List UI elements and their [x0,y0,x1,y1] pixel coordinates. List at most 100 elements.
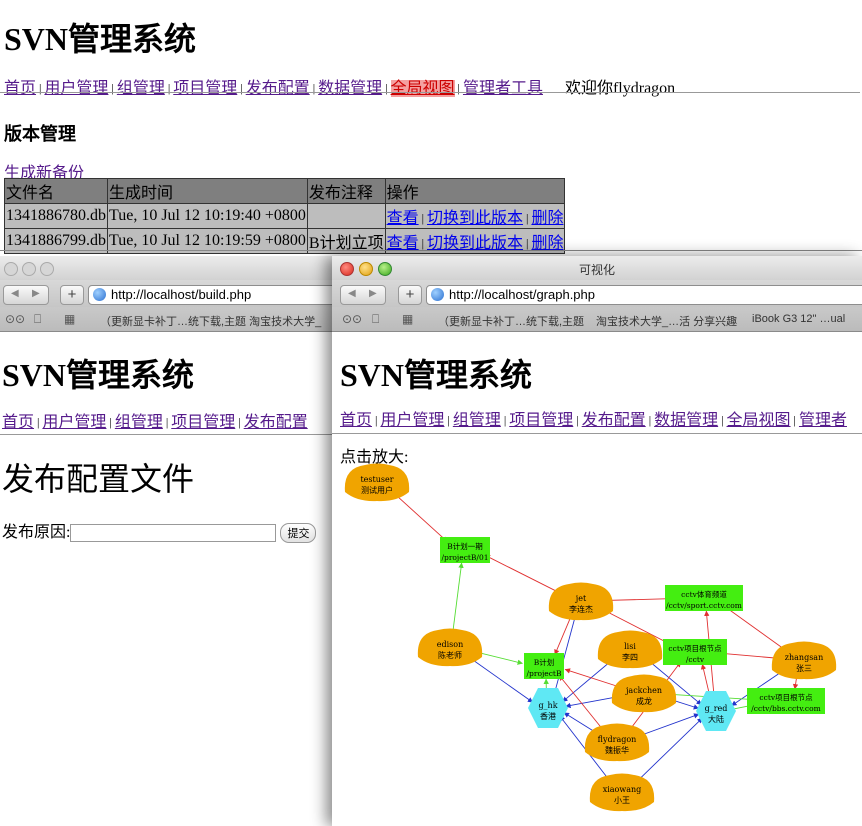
bookmark-item[interactable]: （更新显卡补丁…统下载,主题 淘宝技术大学_ [100,313,321,329]
node-label: 李四 [622,652,638,662]
node-label: edison [437,640,464,649]
zoom-icon[interactable] [40,262,54,276]
divider [0,92,860,93]
submit-button[interactable]: 提交 [280,523,317,544]
main-nav: 首页 | 用户管理 | 组管理 | 项目管理 | 发布配置 | 数据管理 | 全局视图 | 管理者工具 欢迎… [4,80,676,97]
graph-edge [451,562,464,636]
user-node-flydragon[interactable]: flydragon魏振华 [584,723,650,762]
grid-icon[interactable]: ▦ [64,312,75,326]
cell-filename: 1341886780.db [4,203,108,229]
reading-list-icon[interactable]: ⊙⊙ [5,312,25,326]
add-bookmark-button[interactable]: + [60,285,84,305]
user-node-jet[interactable]: jet李连杰 [548,582,614,621]
node-label: g_hk [538,701,557,710]
nav-groups[interactable]: 组管理 [117,80,165,97]
node-label: 小王 [614,796,630,805]
node-label: /cctv/bbs.cctv.com [751,704,821,713]
node-label: 测试用户 [361,485,393,495]
book-icon[interactable]: ⎕ [34,312,41,327]
cell-actions: 查看 | 切换到此版本 | 删除 [384,203,566,229]
globe-icon [93,288,106,301]
page-title: SVN管理系统 [4,21,197,57]
node-label: zhangsan [785,653,823,662]
backup-table: 文件名 生成时间 发布注释 操作 1341886780.db Tue, 10 J… [4,178,566,254]
node-label: /projectB [527,669,562,678]
forward-arrow-icon[interactable]: ▶ [32,288,40,299]
user-node-zhangsan[interactable]: zhangsan 张三 [771,641,837,680]
reason-input[interactable] [70,524,277,543]
table-header-row: 文件名 生成时间 发布注释 操作 [4,178,566,204]
nav-users[interactable]: 用户管理 [42,414,106,431]
project-node-pB01[interactable]: B计划一期/projectB/01 [440,537,490,563]
view-link[interactable]: 查看 [387,210,419,227]
permission-graph[interactable]: testuser测试用户 jet李连杰 edison陈老师 lisi李四 zhangsa… [332,256,862,826]
screenshot-divider [0,250,862,251]
col-filename: 文件名 [4,178,108,204]
graph-edge [722,604,791,655]
switch-version-link[interactable]: 切换到此版本 [427,210,523,227]
bookmarks-bar: ⊙⊙ ⎕ ▦ （更新显卡补丁…统下载,主题 淘宝技术大学_ [0,307,335,332]
node-label: testuser [360,475,393,484]
minimize-icon[interactable] [22,262,36,276]
node-label: /projectB/01 [442,553,489,562]
project-node-bbs[interactable]: cctv项目根节点/cctv/bbs.cctv.com [747,688,825,714]
col-actions: 操作 [384,178,566,204]
node-label: g_red [705,704,728,713]
table-row: 1341886780.db Tue, 10 Jul 12 10:19:40 +0… [4,203,566,229]
browser-window-build: ◀ ▶ + http://localhost/build.php ⊙⊙ ⎕ ▦ … [0,256,335,826]
node-label: flydragon [598,735,637,744]
project-node-sport[interactable]: cctv体育频道/cctv/sport.cctv.com [665,585,743,611]
user-node-edison[interactable]: edison陈老师 [417,628,483,667]
project-node-pB[interactable]: B计划/projectB [524,653,564,679]
node-label: xiaowang [603,785,642,794]
user-node-jackchen[interactable]: jackchen成龙 [611,674,677,713]
back-forward-buttons[interactable]: ◀ ▶ [3,285,49,305]
reason-label: 发布原因: [2,524,71,541]
project-node-cctv[interactable]: cctv项目根节点/cctv [663,639,727,665]
section-title: 版本管理 [4,124,76,144]
nav-data[interactable]: 数据管理 [318,80,382,97]
node-label: 香港 [540,711,556,721]
node-label: cctv项目根节点 [668,643,722,653]
nav-home[interactable]: 首页 [4,80,36,97]
window-titlebar[interactable] [0,256,335,280]
backup-page: SVN管理系统 首页 | 用户管理 | 组管理 | 项目管理 | 发布配置 | 数据管理 | 全局视图 |… [0,0,862,255]
close-icon[interactable] [4,262,18,276]
node-label: /cctv/sport.cctv.com [666,601,742,610]
nav-publish[interactable]: 发布配置 [244,414,308,431]
publish-form: 发布原因: 提交 [2,518,317,544]
col-note: 发布注释 [306,178,386,204]
group-node-g_red[interactable]: g_red大陆 [696,691,736,731]
nav-groups[interactable]: 组管理 [115,414,163,431]
url-text: http://localhost/build.php [111,287,252,302]
node-label: 陈老师 [438,650,462,660]
user-node-xiaowang[interactable]: xiaowang 小王 [589,773,655,812]
user-node-testuser[interactable]: testuser测试用户 [344,463,410,502]
nav-projects[interactable]: 项目管理 [173,80,237,97]
node-label: 大陆 [708,714,724,724]
user-node-lisi[interactable]: lisi李四 [597,630,663,669]
publish-heading: 发布配置文件 [2,461,195,497]
node-label: B计划一期 [447,541,483,551]
node-label: 张三 [796,664,812,673]
browser-toolbar: ◀ ▶ + http://localhost/build.php [0,280,335,307]
node-label: jet [575,594,587,603]
graph-edge [484,554,567,597]
nav-publish[interactable]: 发布配置 [246,80,310,97]
divider [0,434,335,435]
main-nav: 首页 | 用户管理 | 组管理 | 项目管理 | 发布配置 [2,414,308,431]
nav-users[interactable]: 用户管理 [44,80,108,97]
back-arrow-icon[interactable]: ◀ [11,288,19,299]
nav-projects[interactable]: 项目管理 [171,414,235,431]
group-node-g_hk[interactable]: g_hk香港 [528,688,568,728]
nav-global-view[interactable]: 全局视图 [390,80,455,97]
node-label: cctv体育频道 [681,589,727,599]
node-label: 成龙 [636,696,652,706]
delete-link[interactable]: 删除 [531,210,563,227]
welcome-text: 欢迎你flydragon [564,80,676,97]
nav-home[interactable]: 首页 [2,414,34,431]
nav-admin-tools[interactable]: 管理者工具 [463,80,543,97]
page-title: SVN管理系统 [2,357,195,393]
address-bar[interactable]: http://localhost/build.php [88,285,335,305]
browser-window-graph: 可视化 ◀ ▶ + http://localhost/graph.php ⊙⊙ … [332,256,862,826]
